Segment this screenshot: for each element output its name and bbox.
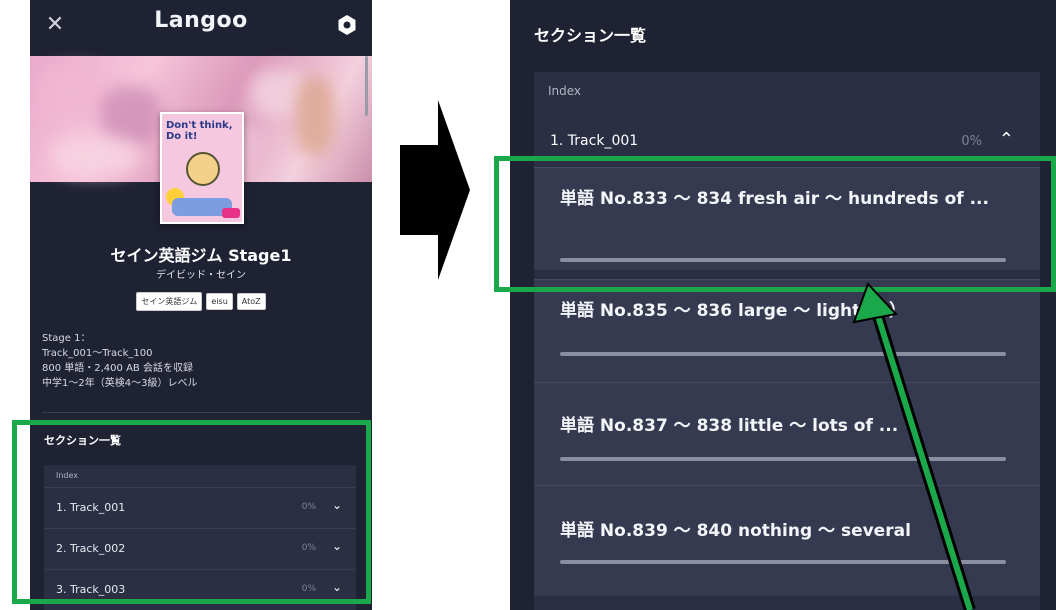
chevron-up-icon[interactable]: ⌃ bbox=[999, 129, 1014, 150]
highlight-box-right bbox=[494, 156, 1056, 292]
course-description: Stage 1： Track_001～Track_100 800 単語・2,40… bbox=[42, 331, 362, 391]
app-title: Langoo bbox=[154, 8, 248, 33]
index-label: Index bbox=[548, 84, 582, 98]
track-label: 1. Track_001 bbox=[550, 133, 639, 149]
tag-chip[interactable]: eisu bbox=[206, 293, 233, 310]
description-line: 800 単語・2,400 AB 会話を収録 bbox=[42, 363, 193, 374]
scrollbar[interactable] bbox=[365, 56, 368, 116]
description-line: Stage 1： bbox=[42, 333, 91, 344]
description-line: Track_001～Track_100 bbox=[42, 348, 153, 359]
pointer-arrow-icon bbox=[852, 282, 976, 610]
gear-icon[interactable] bbox=[336, 14, 358, 36]
cover-tag bbox=[222, 208, 240, 218]
sections-title: セクション一覧 bbox=[534, 26, 647, 45]
arrow-right-icon bbox=[400, 100, 470, 280]
description-line: 中学1～2年（英検4～3級）レベル bbox=[42, 378, 198, 389]
cover-text: Don't think, Do it! bbox=[166, 120, 233, 142]
tag-chip[interactable]: AtoZ bbox=[236, 293, 266, 310]
tag-list: セイン英語ジム eisu AtoZ bbox=[30, 292, 372, 311]
track-progress: 0% bbox=[961, 134, 982, 149]
course-cover-image: Don't think, Do it! bbox=[160, 112, 244, 224]
top-bar: ✕ Langoo bbox=[30, 0, 372, 56]
highlight-box-left bbox=[12, 420, 371, 604]
course-title: セイン英語ジム Stage1 bbox=[110, 246, 292, 265]
course-author: デイビッド・セイン bbox=[156, 270, 246, 281]
divider bbox=[42, 412, 360, 413]
cover-character bbox=[186, 152, 220, 186]
tag-chip[interactable]: セイン英語ジム bbox=[136, 292, 203, 311]
